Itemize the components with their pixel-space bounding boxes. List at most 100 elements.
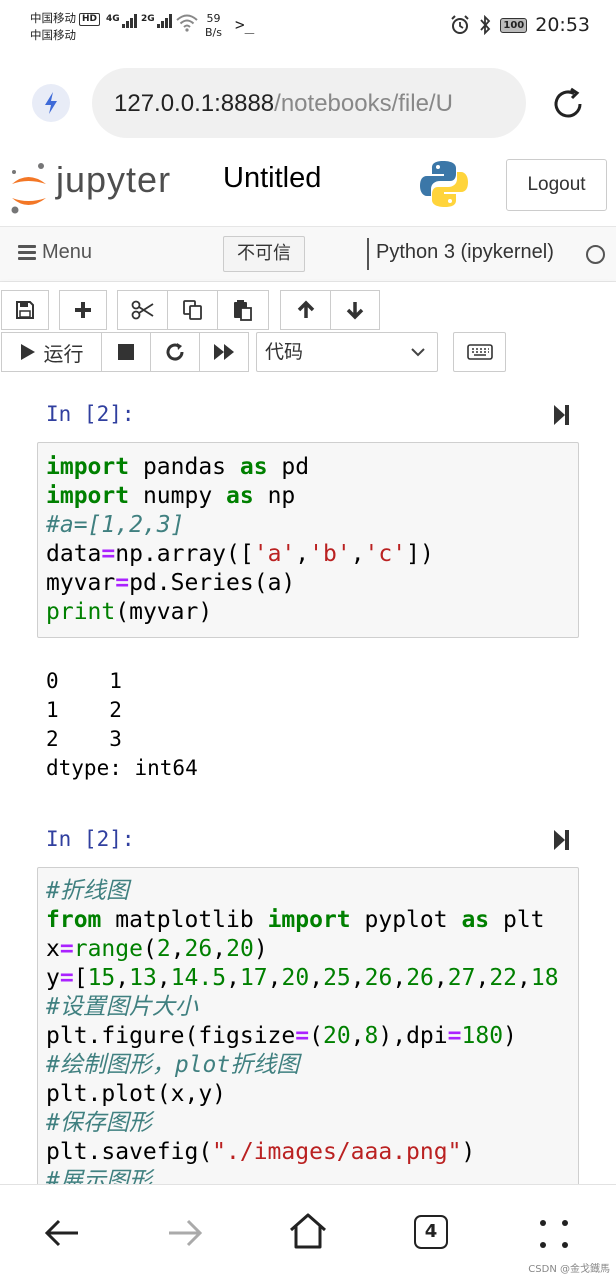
jupyter-logo-icon[interactable] [8,158,52,222]
kernel-name[interactable]: Python 3 (ipykernel) [376,241,554,264]
code-token: 20 [322,1023,351,1049]
code-token: plt.savefig( [46,1139,213,1165]
code-token: 18 [530,965,559,991]
code-token: plt [489,907,545,933]
code-token: = [59,936,74,962]
notebook-title[interactable]: Untitled [223,162,321,195]
arrow-up-icon [297,300,314,318]
signal-2-icon: 2G [141,14,173,28]
run-label: 运行 [43,341,84,366]
tabs-button[interactable]: 4 [414,1215,448,1249]
code-token: from [46,907,102,933]
code-token: = [115,570,130,596]
speed-unit: B/s [205,26,222,39]
code-token: matplotlib [101,907,268,933]
code-token: = [59,965,74,991]
code-token: "./images/aaa.png" [212,1139,462,1165]
code-token: np.array([ [115,541,254,567]
untrusted-badge[interactable]: 不可信 [223,236,305,272]
cell-1-code[interactable]: import pandas as pd import numpy as np #a=… [37,442,579,638]
code-token: ( [309,1023,323,1049]
code-token: 2 [156,936,171,962]
forward-icon[interactable] [165,1213,205,1257]
code-token: , [156,965,171,991]
cell-type-value: 代码 [265,341,304,363]
lightning-icon[interactable] [32,84,70,122]
kernel-divider [367,238,369,270]
cell-1-prompt: In [2]: [46,402,135,426]
code-token: , [392,965,407,991]
code-token: 'a' [253,541,296,567]
code-token: range [73,936,143,962]
run-button[interactable]: 运行 [1,332,102,372]
more-options-icon[interactable] [537,1217,571,1255]
code-line: #a=[1,2,3] [38,511,578,540]
code-token: 27 [447,965,476,991]
menu-bar: Menu 不可信 Python 3 (ipykernel) [0,226,616,282]
notebook-toolbar: 运行 代码 [0,282,616,384]
code-token: ]) [406,541,434,567]
code-token: 'c' [364,541,407,567]
insert-cell-button[interactable] [59,290,107,330]
command-palette-button[interactable] [453,332,506,372]
code-token: (myvar) [115,599,213,625]
browser-bottom-nav: 4 CSDN @金戈鐡馬 [0,1184,616,1280]
terminal-icon: >_ [235,15,255,34]
code-token: plt.plot(x,y) [46,1081,227,1107]
code-token: as [239,454,268,480]
paste-button[interactable] [217,290,269,330]
code-line: from matplotlib import pyplot as plt [38,906,578,935]
code-line: import pandas as pd [38,453,578,482]
interrupt-button[interactable] [101,332,151,372]
output-line: 0 1 [46,669,122,693]
code-token: = [295,1023,310,1049]
code-token: , [517,965,531,991]
code-line: x=range(2,26,20) [38,935,578,964]
hd-badge: HD [79,13,101,26]
logout-button[interactable]: Logout [506,159,607,211]
code-line: plt.savefig("./images/aaa.png") [38,1138,578,1167]
copy-button[interactable] [167,290,218,330]
code-token: = [447,1023,462,1049]
code-token: numpy [129,483,227,509]
move-down-button[interactable] [330,290,380,330]
menu-label: Menu [42,241,93,263]
reload-icon[interactable] [548,84,588,128]
cell-2-code[interactable]: #折线图 from matplotlib import pyplot as plt… [37,867,579,1184]
cell-2-code-lines: #折线图 from matplotlib import pyplot as plt… [38,877,578,1184]
move-up-button[interactable] [280,290,331,330]
run-cell-1-icon[interactable] [553,404,571,430]
code-token: np [253,483,296,509]
arrow-down-icon [346,302,364,320]
code-token: ) [503,1023,517,1049]
notebook-area: In [2]: import pandas as pd import numpy … [0,384,616,1184]
code-token: pd [267,454,310,480]
code-token: [ [73,965,88,991]
code-token: myvar [46,570,116,596]
code-token: 8 [364,1023,379,1049]
jupyter-header: jupyter Untitled Logout [0,152,616,226]
cut-button[interactable] [117,290,168,330]
battery-icon: 100 [500,17,528,33]
home-icon[interactable] [288,1211,328,1255]
copy-icon [182,300,202,320]
cell-type-select[interactable]: 代码 [256,332,438,372]
code-token: 15 [87,965,116,991]
run-all-button[interactable] [199,332,249,372]
chevron-down-icon [411,348,425,357]
code-line: plt.figure(figsize=(20,8),dpi=180) [38,1022,578,1051]
restart-button[interactable] [150,332,200,372]
menu-button[interactable]: Menu [18,241,92,264]
code-token: pandas [129,454,240,480]
cell-1-output: 0 1 1 2 2 3 dtype: int64 [46,667,198,783]
run-cell-2-icon[interactable] [553,829,571,855]
code-line: #保存图形 [38,1109,578,1138]
bluetooth-icon [480,15,491,35]
address-bar[interactable]: 127.0.0.1:8888/notebooks/file/U [92,68,526,138]
save-button[interactable] [1,290,49,330]
fast-forward-icon [214,344,234,360]
code-token: as [461,907,490,933]
url-text[interactable]: 127.0.0.1:8888/notebooks/file/U [114,90,453,118]
code-token: 20 [226,936,254,962]
back-icon[interactable] [42,1213,82,1257]
